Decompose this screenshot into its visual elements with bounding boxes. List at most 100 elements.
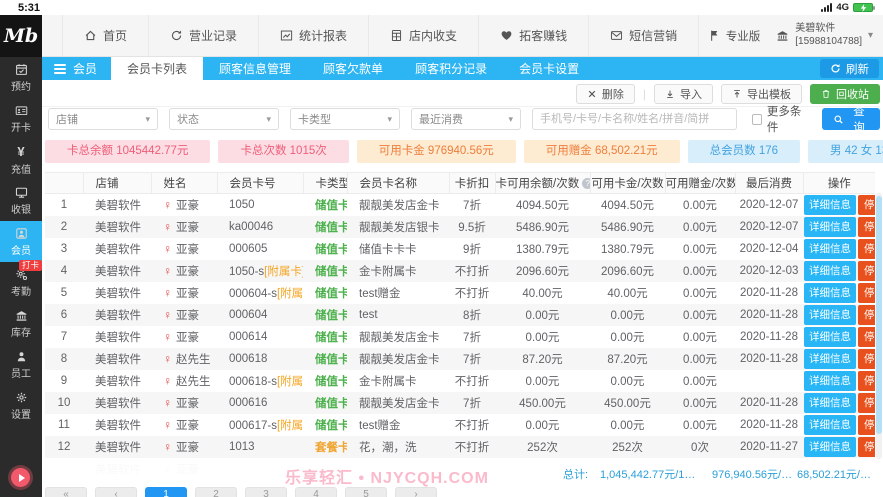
detail-info-button[interactable]: 详细信息 — [804, 194, 856, 215]
filter-dropdown[interactable]: 状态 ▾ — [169, 108, 279, 130]
table-row[interactable]: 5 美碧软件 ♀亚豪 000604-s[附属卡] 储值卡 test赠金 不打折 … — [45, 282, 875, 304]
column-header: 可用赠金/次数 — [665, 172, 736, 194]
detail-info-button[interactable]: 详细信息 — [804, 436, 856, 457]
sidebar-item[interactable]: 会员 — [0, 221, 42, 262]
tab[interactable]: 会员卡列表 — [111, 57, 204, 80]
detail-info-button[interactable]: 详细信息 — [804, 326, 856, 347]
import-button[interactable]: 导入 — [654, 83, 713, 104]
refresh-label: 刷新 — [846, 63, 869, 76]
tab[interactable]: 顾客信息管理 — [203, 57, 307, 80]
page-button[interactable]: « — [45, 487, 87, 497]
nav-item[interactable]: 短信营销 — [589, 15, 700, 56]
tab[interactable]: 顾客积分记录 — [399, 57, 503, 80]
delete-button[interactable]: 删除 — [575, 83, 635, 104]
export-template-button[interactable]: 导出模板 — [721, 83, 802, 104]
table-row[interactable]: 10 美碧软件 ♀ 亚豪 000616 储值卡 靓靓美发店金卡 7折 450.00… — [45, 391, 875, 414]
page-button[interactable]: 4 — [295, 487, 337, 497]
table-row[interactable]: 1 美碧软件 ♀ 亚豪 1050 储值卡 靓靓美发店金卡 7折 4094.50元 … — [45, 194, 875, 216]
filter-dropdown[interactable]: 最近消费 ▾ — [411, 108, 521, 130]
table-row[interactable]: 4 美碧软件 ♀ 亚豪 1050-s[附属卡] 储值卡 金卡附属卡 不打折 209… — [45, 259, 875, 282]
nav-item[interactable]: 首页 — [62, 15, 150, 56]
filter-dropdown[interactable]: 卡类型 ▾ — [290, 108, 400, 130]
detail-info-button[interactable]: 详细信息 — [804, 370, 856, 391]
sidebar-item[interactable]: 库存 — [0, 303, 42, 344]
page-button[interactable]: 2 — [195, 487, 237, 497]
table-row[interactable]: 2 美碧软件 ♀ 亚豪 ka00046 储值卡 靓靓美发店银卡 9.5折 5486… — [45, 215, 875, 238]
totals-label: 总计: — [563, 469, 589, 481]
sidebar-item[interactable]: 预约 — [0, 57, 42, 98]
female-icon: ♀ — [163, 417, 172, 432]
play-button[interactable] — [11, 468, 30, 487]
page-button[interactable]: 3 — [245, 487, 287, 497]
disable-button[interactable]: 停用 — [858, 414, 875, 435]
sidebar-item-label: 员工 — [11, 368, 31, 380]
tab[interactable]: 顾客欠款单 — [307, 57, 399, 80]
nav-item[interactable]: 营业记录 — [149, 15, 260, 56]
disable-button[interactable]: 停用 — [858, 348, 875, 369]
detail-info-button[interactable]: 详细信息 — [804, 260, 856, 281]
mail-icon — [610, 29, 623, 42]
disable-button[interactable]: 停用 — [858, 282, 875, 303]
sidebar-item[interactable]: 设置 — [0, 385, 42, 426]
table-row[interactable]: 8 美碧软件 ♀ 赵先生 000618 储值卡 靓靓美发店金卡 7折 87.20元… — [45, 347, 875, 370]
search-input[interactable] — [532, 108, 737, 130]
account-menu[interactable]: 美碧软件 [15988104788] ▾ — [776, 23, 873, 48]
filter-dropdown-label: 卡类型 — [298, 114, 331, 126]
detail-info-button[interactable]: 详细信息 — [804, 304, 856, 325]
detail-info-button[interactable]: 详细信息 — [804, 348, 856, 369]
sidebar-item-label: 预约 — [11, 81, 31, 93]
nav-item[interactable]: 统计报表 — [259, 15, 370, 56]
disable-button[interactable]: 停用 — [858, 260, 875, 281]
disable-button[interactable]: 停用 — [858, 238, 875, 259]
stat-pill: 可用赠金 68,502.21元 — [523, 140, 680, 163]
search-button[interactable]: 查询 — [821, 106, 880, 134]
table-row[interactable]: 6 美碧软件 ♀ 亚豪 000604 储值卡 test 8折 0.00元 0.00… — [45, 303, 875, 326]
sidebar-item[interactable]: 开卡 — [0, 98, 42, 139]
refresh-button[interactable]: 刷新 — [820, 59, 879, 78]
detail-info-button[interactable]: 详细信息 — [804, 282, 856, 303]
table-scrollbar[interactable] — [876, 193, 882, 459]
disable-button[interactable]: 停用 — [858, 304, 875, 325]
version-label: 专业版 — [725, 30, 761, 43]
sidebar-item[interactable]: 收银 — [0, 180, 42, 221]
filter-dropdown[interactable]: 店铺 ▾ — [48, 108, 158, 130]
table-row[interactable]: 12 美碧软件 ♀ 亚豪 1013 套餐卡 花，潮，洗 不打折 252次 252次… — [45, 435, 875, 458]
column-header: 可用卡金/次数 — [590, 172, 666, 194]
female-icon: ♀ — [163, 439, 172, 454]
account-text: 美碧软件 [15988104788] — [795, 23, 862, 48]
table-row[interactable]: 9 美碧软件 ♀赵先生 000618-s[附属卡] 储值卡 金卡附属卡 不打折 … — [45, 370, 875, 392]
sidebar-item[interactable]: 打卡 考勤 — [0, 260, 42, 303]
app-window: 5:31 4G Mb 预约 开卡 ¥ 充值 收银 会员 打卡 考勤 库存 员工 … — [0, 0, 883, 497]
tab-bar: 会员 会员卡列表 顾客信息管理 顾客欠款单 顾客积分记录 会员卡设置 刷新 — [42, 57, 883, 80]
disable-button[interactable]: 停用 — [858, 194, 875, 215]
table-row[interactable]: 7 美碧软件 ♀ 亚豪 000614 储值卡 靓靓美发店金卡 7折 0.00元 0… — [45, 326, 875, 348]
detail-info-button[interactable]: 详细信息 — [804, 392, 856, 413]
sidebar-item[interactable]: ¥ 充值 — [0, 139, 42, 180]
table-row[interactable]: 11 美碧软件 ♀亚豪 000617-s[附属卡] 储值卡 test赠金 不打折… — [45, 414, 875, 436]
female-icon: ♀ — [163, 219, 172, 234]
page-button[interactable]: › — [395, 487, 437, 497]
sidebar-item[interactable]: 员工 — [0, 344, 42, 385]
menu-label: 会员 — [73, 62, 98, 76]
detail-info-button[interactable]: 详细信息 — [804, 238, 856, 259]
disable-button[interactable]: 停用 — [858, 326, 875, 347]
detail-info-button[interactable]: 详细信息 — [804, 216, 856, 237]
recycle-bin-button[interactable]: 回收站 — [810, 83, 880, 104]
detail-info-button[interactable]: 详细信息 — [804, 414, 856, 435]
more-conditions-checkbox[interactable] — [751, 113, 762, 125]
menu-toggle[interactable]: 会员 — [42, 57, 111, 80]
page-button[interactable]: ‹ — [95, 487, 137, 497]
disable-button[interactable]: 停用 — [858, 216, 875, 237]
tab[interactable]: 会员卡设置 — [503, 57, 595, 80]
page-button[interactable]: 1 — [145, 487, 187, 497]
page-button[interactable]: 5 — [345, 487, 387, 497]
nav-item[interactable]: 拓客赚钱 — [479, 15, 590, 56]
version-badge[interactable]: 专业版 — [708, 28, 761, 44]
disable-button[interactable]: 停用 — [858, 392, 875, 413]
table-row[interactable]: 3 美碧软件 ♀ 亚豪 000605 储值卡 储值卡卡卡 9折 1380.79元 … — [45, 238, 875, 260]
disable-button[interactable]: 停用 — [858, 436, 875, 457]
watermark: 乐享轻汇 • NJYCQH.COM — [285, 470, 489, 487]
nav-item[interactable]: 店内收支 — [369, 15, 480, 56]
scrollbar-thumb[interactable] — [876, 196, 882, 434]
disable-button[interactable]: 停用 — [858, 370, 875, 391]
